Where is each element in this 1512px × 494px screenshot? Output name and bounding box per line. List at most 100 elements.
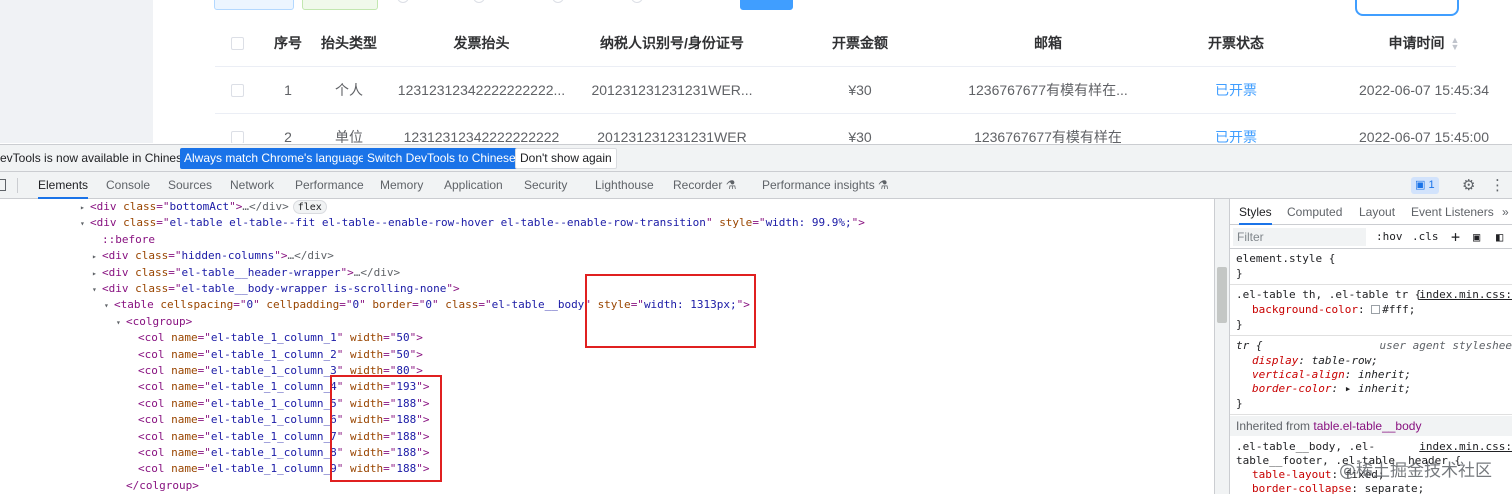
issues-badge[interactable]: ▣ 1 [1411,177,1439,194]
switch-to-chinese-button[interactable]: Switch DevTools to Chinese [363,148,520,169]
element-style-selector[interactable]: element.style { [1236,252,1335,266]
dont-show-again-button[interactable]: Don't show again [515,148,617,169]
dom-node-line[interactable]: </colgroup> [116,478,199,494]
dom-node-line[interactable]: ▸ <div class="bottomAct">…</div> flex [80,199,327,215]
tab-layout[interactable]: Layout [1359,199,1395,225]
table-row[interactable]: 1 个人 12312312342222222222... 20123123123… [215,67,1489,114]
tab-overflow-chevron-icon[interactable]: » [1502,199,1509,225]
dom-node-line[interactable]: ▾ <div class="el-table el-table--fit el-t… [80,215,865,231]
disclosure-triangle-icon[interactable]: ▸ [80,200,90,216]
disclosure-triangle-icon[interactable]: ▸ [92,266,102,282]
declaration-border-collapse[interactable]: border-collapse: separate; [1252,482,1424,494]
dom-node-line[interactable]: ▾ <colgroup> [116,314,192,330]
expand-triangle-icon[interactable]: ▸ [1345,382,1352,395]
property-value: table-row; [1311,354,1378,367]
web-page: 序号 抬头类型 发票抬头 纳税人识别号/身份证号 开票金额 邮箱 开票状态 申请… [0,0,1512,143]
cell-amount: ¥30 [848,82,872,98]
collapsed-content: …</div> [353,265,401,279]
tab-styles[interactable]: Styles [1239,199,1272,225]
export-button[interactable] [214,0,294,10]
disclosure-triangle-icon[interactable]: ▾ [92,282,102,298]
col-header-amount: 开票金额 [832,35,888,51]
styles-filter-bar: Filter :hov .cls + ▣ ◧ [1230,225,1512,249]
tab-console[interactable]: Console [106,172,150,199]
sort-caret-icon[interactable]: ▲ ▼ [1451,36,1460,52]
elements-dom-tree: </colgroup> <col name="el-table_1_column_… [0,199,1214,494]
radio-failed[interactable] [631,0,643,3]
attr-value: el-table_1_column_5 [210,396,337,410]
inspect-element-icon[interactable] [0,179,6,191]
more-options-icon[interactable]: ⋮ [1490,177,1505,194]
dom-node-line[interactable]: <col name="el-table_1_column_1" width="5… [128,330,423,346]
attr-value: bottomAct [169,200,230,213]
color-swatch[interactable] [1371,305,1381,314]
row-checkbox[interactable] [231,84,244,97]
row-checkbox[interactable] [231,131,244,143]
cls-toggle[interactable]: .cls [1412,225,1439,249]
cell-invoice-title: 12312312342222222222... [397,82,566,98]
tag-open: <col [138,429,165,443]
rule-selector-part-1[interactable]: .el-table__body, .el- [1236,440,1375,454]
tab-event-listeners[interactable]: Event Listeners [1411,199,1494,225]
cell-status-link[interactable]: 已开票 [1142,114,1330,143]
col-header-apply-time[interactable]: 申请时间 ▲ ▼ [1330,20,1512,66]
attr-value: 50 [396,347,410,361]
radio-all[interactable] [397,0,409,3]
tag-open: <table [114,298,154,312]
styles-filter-input[interactable]: Filter [1233,228,1366,246]
tab-application[interactable]: Application [444,172,503,199]
tab-performance[interactable]: Performance [295,172,364,199]
tab-security[interactable]: Security [524,172,567,199]
dom-node-line[interactable]: ▾ <div class="el-table__body-wrapper is-s… [92,281,460,297]
disclosure-triangle-icon[interactable]: ▾ [116,315,126,331]
select-invoice-button[interactable] [1355,0,1459,16]
tab-recorder[interactable]: Recorder ⚗ [673,172,736,199]
dom-node-line[interactable]: ▸ <div class="hidden-columns">…</div> [92,248,334,264]
declaration-display: display: table-row; [1252,354,1378,367]
paint-brush-icon[interactable]: ▣ [1473,225,1480,249]
panel-divider[interactable] [1214,199,1230,494]
always-match-language-button[interactable]: Always match Chrome's language [180,148,370,169]
watermark-text: @稀土掘金技术社区 [1339,461,1492,481]
radio-issued[interactable] [552,0,564,3]
tab-network[interactable]: Network [230,172,274,199]
table-row[interactable]: 2 单位 12312312342222222222 20123123123123… [215,114,1489,143]
tag-end: > [858,216,865,230]
property-name: vertical-align [1252,368,1345,381]
scrollbar-thumb[interactable] [1217,267,1227,323]
dom-node-line[interactable]: ▸ <div class="el-table__header-wrapper">…… [92,265,400,281]
disclosure-triangle-icon[interactable]: ▾ [80,216,90,232]
inherited-selector-link[interactable]: table.el-table__body [1313,419,1421,433]
declaration-background-color[interactable]: background-color: #fff; [1252,303,1415,317]
tab-performance-insights[interactable]: Performance insights ⚗ [762,172,889,199]
tab-computed[interactable]: Computed [1287,199,1342,225]
disclosure-triangle-icon[interactable]: ▸ [92,249,102,265]
attr-value: el-table_1_column_2 [210,347,337,361]
dom-node-line[interactable]: <col name="el-table_1_column_2" width="5… [128,347,423,363]
settings-gear-icon[interactable]: ⚙ [1462,177,1475,194]
tab-memory[interactable]: Memory [380,172,423,199]
rule-source-link[interactable]: index.min.css: [1419,440,1512,454]
disclosure-triangle-icon[interactable]: ▾ [104,298,114,314]
tab-elements[interactable]: Elements [38,172,89,199]
col-header-invoice-title: 发票抬头 [453,35,510,51]
batch-button[interactable] [302,0,378,10]
new-rule-plus-icon[interactable]: + [1451,225,1460,249]
tag-open: <col [138,413,165,427]
dom-node-line[interactable]: ::before [92,232,155,248]
tab-sources[interactable]: Sources [168,172,212,199]
radio-unissued[interactable] [473,0,485,3]
rule-selector[interactable]: .el-table th, .el-table tr { [1236,288,1421,302]
attr-eq: =" [197,347,211,361]
search-button[interactable] [740,0,793,10]
rule-selector: tr { [1236,339,1263,352]
tag-end: > [185,314,193,328]
attr-value: hidden-columns [181,249,275,263]
rule-source-link[interactable]: index.min.css: [1419,288,1512,302]
select-all-checkbox[interactable] [231,37,244,50]
tab-lighthouse[interactable]: Lighthouse [595,172,654,199]
cell-status-link[interactable]: 已开票 [1142,67,1330,113]
toggle-sidebar-icon[interactable]: ◧ [1496,225,1503,249]
hov-toggle[interactable]: :hov [1376,225,1403,249]
inherited-label: Inherited from [1236,419,1314,433]
